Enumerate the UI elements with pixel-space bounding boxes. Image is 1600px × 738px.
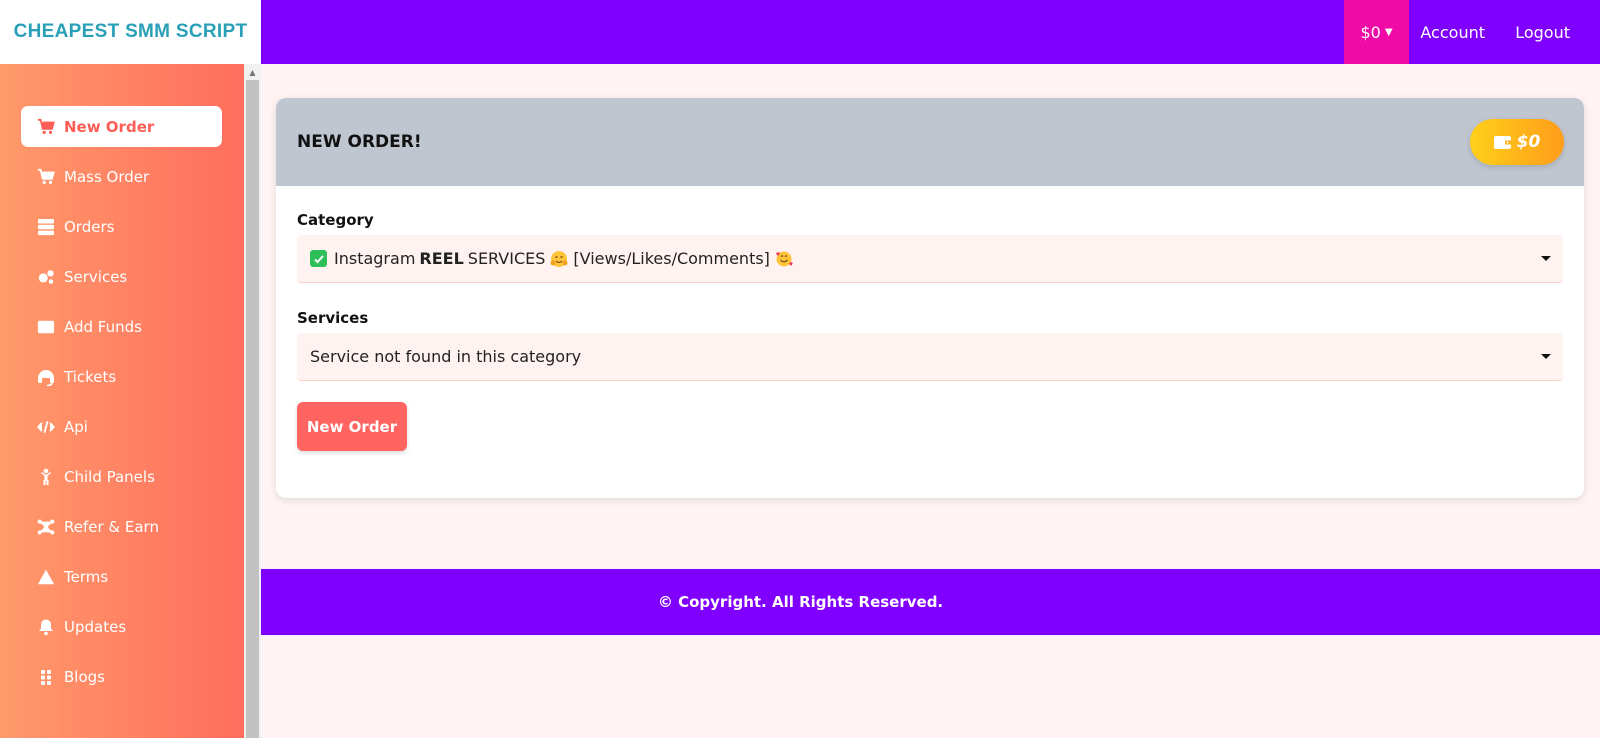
chevron-down-icon bbox=[1541, 354, 1551, 359]
new-order-button[interactable]: New Order bbox=[297, 402, 407, 451]
sidebar-item-updates[interactable]: Updates bbox=[21, 606, 222, 647]
sidebar-scrollbar[interactable]: ▲ bbox=[244, 64, 261, 738]
sidebar-item-label: Api bbox=[64, 417, 88, 436]
services-label: Services bbox=[297, 309, 369, 327]
balance-amount: $0 bbox=[1360, 22, 1381, 42]
account-link[interactable]: Account bbox=[1420, 0, 1485, 64]
cogs-icon bbox=[36, 268, 56, 286]
bell-icon bbox=[36, 618, 56, 636]
sidebar-item-child-panels[interactable]: Child Panels bbox=[21, 456, 222, 497]
services-select[interactable]: Service not found in this category bbox=[297, 333, 1563, 381]
hugging-face-emoji-icon bbox=[550, 250, 568, 267]
sidebar-item-terms[interactable]: Terms bbox=[21, 556, 222, 597]
grid-icon bbox=[36, 668, 56, 686]
wallet-balance-badge: $0 bbox=[1470, 119, 1564, 165]
sidebar-item-label: Child Panels bbox=[64, 467, 155, 486]
sidebar-item-label: Updates bbox=[64, 617, 127, 636]
warning-icon bbox=[36, 568, 56, 586]
category-select[interactable]: Instagram REEL SERVICES [Views/Likes/Com… bbox=[297, 235, 1563, 283]
code-icon bbox=[36, 418, 56, 436]
brand-logo[interactable]: CHEAPEST SMM SCRIPT bbox=[0, 0, 261, 64]
sidebar-item-api[interactable]: Api bbox=[21, 406, 222, 447]
sidebar-item-label: Services bbox=[64, 267, 128, 286]
sidebar-item-new-order[interactable]: New Order bbox=[21, 106, 222, 147]
category-value-suffix: [Views/Likes/Comments] bbox=[573, 249, 770, 268]
wallet-balance-amount: $0 bbox=[1516, 132, 1541, 152]
page-title: NEW ORDER! bbox=[297, 132, 422, 152]
category-label: Category bbox=[297, 211, 374, 229]
sidebar-item-refer-earn[interactable]: Refer & Earn bbox=[21, 506, 222, 547]
cart-plus-icon bbox=[36, 118, 56, 136]
copyright-text: © Copyright. All Rights Reserved. bbox=[657, 593, 944, 611]
category-value-bold: REEL bbox=[419, 249, 464, 268]
credit-card-icon bbox=[36, 318, 56, 336]
sidebar-item-tickets[interactable]: Tickets bbox=[21, 356, 222, 397]
top-navbar: $0 ▼ Account Logout bbox=[261, 0, 1600, 64]
check-mark-icon bbox=[310, 250, 327, 267]
wallet-icon bbox=[1493, 136, 1512, 149]
card-header: NEW ORDER! $0 bbox=[276, 98, 1584, 186]
brand-logo-text: CHEAPEST SMM SCRIPT bbox=[13, 21, 248, 42]
sidebar-item-label: New Order bbox=[64, 117, 155, 136]
sidebar-item-orders[interactable]: Orders bbox=[21, 206, 222, 247]
sidebar-item-label: Tickets bbox=[64, 367, 117, 386]
scroll-up-arrow-icon[interactable]: ▲ bbox=[244, 64, 261, 80]
network-icon bbox=[36, 518, 56, 536]
footer: © Copyright. All Rights Reserved. bbox=[261, 569, 1600, 635]
scroll-thumb[interactable] bbox=[246, 80, 259, 738]
chevron-down-icon bbox=[1541, 256, 1551, 261]
server-icon bbox=[36, 218, 56, 236]
sidebar-item-blogs[interactable]: Blogs bbox=[21, 656, 222, 697]
sidebar-item-add-funds[interactable]: Add Funds bbox=[21, 306, 222, 347]
headset-icon bbox=[36, 368, 56, 386]
sidebar-item-label: Blogs bbox=[64, 667, 105, 686]
category-value-rest: SERVICES bbox=[467, 249, 546, 268]
sidebar-item-mass-order[interactable]: Mass Order bbox=[21, 156, 222, 197]
sidebar-item-label: Terms bbox=[64, 567, 109, 586]
category-value-prefix: Instagram bbox=[334, 249, 416, 268]
sidebar-item-label: Mass Order bbox=[64, 167, 150, 186]
balance-dropdown[interactable]: $0 ▼ bbox=[1344, 0, 1409, 64]
sidebar-item-services[interactable]: Services bbox=[21, 256, 222, 297]
new-order-card: NEW ORDER! $0 Category Instagram REEL SE… bbox=[276, 98, 1584, 498]
logout-link[interactable]: Logout bbox=[1515, 0, 1570, 64]
child-icon bbox=[36, 468, 56, 486]
cart-arrow-icon bbox=[36, 168, 56, 186]
services-value: Service not found in this category bbox=[310, 347, 582, 366]
caret-down-icon: ▼ bbox=[1384, 26, 1393, 38]
sidebar-item-label: Refer & Earn bbox=[64, 517, 159, 536]
sidebar-item-label: Orders bbox=[64, 217, 115, 236]
sidebar-item-label: Add Funds bbox=[64, 317, 142, 336]
smiling-hearts-emoji-icon bbox=[776, 251, 793, 266]
sidebar: New Order Mass Order Orders Services Add… bbox=[0, 64, 244, 738]
